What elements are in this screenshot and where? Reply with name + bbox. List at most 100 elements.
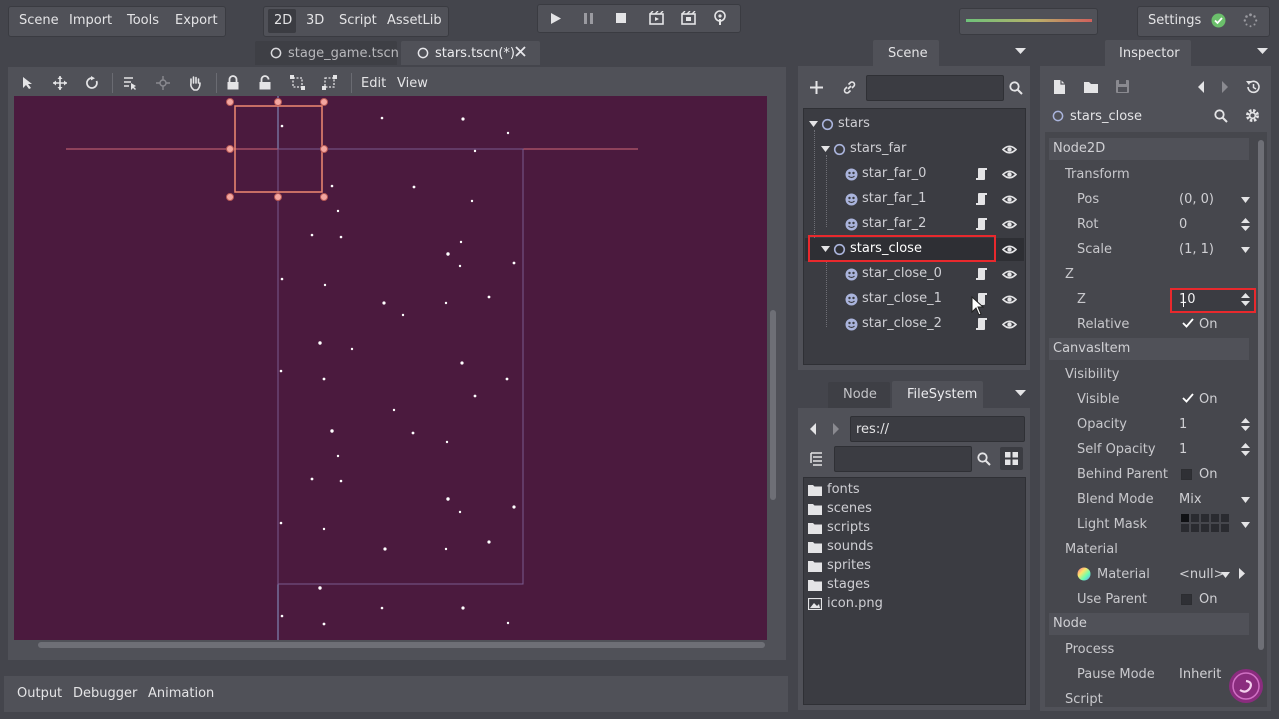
dock-menu-icon[interactable] <box>1015 47 1026 55</box>
debugger-tab[interactable]: Debugger <box>73 686 137 701</box>
history-forward-icon[interactable] <box>1220 80 1230 94</box>
canvas-vertical-scrollbar[interactable] <box>770 310 776 500</box>
group-icon[interactable] <box>290 75 305 90</box>
search-icon[interactable] <box>977 452 991 466</box>
new-resource-icon[interactable] <box>1053 79 1066 95</box>
opacity-value[interactable]: 1 <box>1179 417 1187 432</box>
scene-filter-input[interactable] <box>866 75 1004 101</box>
visibility-eye-icon[interactable] <box>1002 269 1017 280</box>
play-custom-scene-icon[interactable] <box>681 11 696 25</box>
pause-icon[interactable] <box>583 12 595 25</box>
spinner-icon[interactable] <box>1241 293 1250 306</box>
collapse-arrow-icon[interactable] <box>821 146 830 152</box>
script-icon[interactable] <box>975 217 988 231</box>
section-node[interactable]: Node <box>1049 613 1249 635</box>
dropdown-arrow-icon[interactable] <box>1241 522 1250 528</box>
dock-menu-icon[interactable] <box>1257 47 1268 55</box>
unlock-icon[interactable] <box>258 75 272 90</box>
edit-menu[interactable]: Edit <box>361 76 386 91</box>
rotate-tool-icon[interactable] <box>85 76 99 90</box>
light-mask-grid[interactable] <box>1181 514 1237 532</box>
pivot-tool-icon[interactable] <box>156 76 170 90</box>
canvas-viewport[interactable] <box>14 96 767 640</box>
group-visibility[interactable]: Visibility <box>1065 367 1119 382</box>
dropdown-arrow-icon[interactable] <box>1221 572 1230 578</box>
remote-debug-icon[interactable] <box>713 10 727 26</box>
search-icon[interactable] <box>1214 109 1228 123</box>
blend-mode-value[interactable]: Mix <box>1179 492 1202 507</box>
group-material[interactable]: Material <box>1065 542 1118 557</box>
script-icon[interactable] <box>975 192 988 206</box>
script-icon[interactable] <box>975 267 988 281</box>
menu-export[interactable]: Export <box>175 13 218 28</box>
history-icon[interactable] <box>1245 79 1261 95</box>
use-parent-checkbox[interactable] <box>1181 594 1192 605</box>
output-tab[interactable]: Output <box>17 686 62 701</box>
inspector-scrollbar[interactable] <box>1258 140 1264 650</box>
gear-icon[interactable] <box>1245 108 1260 123</box>
pos-value[interactable]: (0, 0) <box>1179 192 1214 207</box>
lock-icon[interactable] <box>226 75 240 90</box>
settings-button[interactable]: Settings <box>1148 13 1201 28</box>
ungroup-icon[interactable] <box>322 75 337 90</box>
save-icon[interactable] <box>1115 79 1130 94</box>
dropdown-arrow-icon[interactable] <box>1241 497 1250 503</box>
mode-assetlib-button[interactable]: AssetLib <box>387 13 442 28</box>
list-select-icon[interactable] <box>123 76 138 90</box>
spinner-icon[interactable] <box>1241 443 1250 456</box>
view-menu[interactable]: View <box>397 76 428 91</box>
mode-3d-button[interactable]: 3D <box>306 13 324 28</box>
add-node-icon[interactable] <box>809 80 824 95</box>
pan-tool-icon[interactable] <box>188 75 202 91</box>
group-transform[interactable]: Transform <box>1065 167 1130 182</box>
visibility-eye-icon[interactable] <box>1002 319 1017 330</box>
visibility-eye-icon[interactable] <box>1002 219 1017 230</box>
self-opacity-value[interactable]: 1 <box>1179 442 1187 457</box>
stop-icon[interactable] <box>615 12 627 25</box>
chevron-right-icon[interactable] <box>1238 568 1245 579</box>
open-folder-icon[interactable] <box>1083 80 1099 94</box>
search-icon[interactable] <box>1009 81 1023 95</box>
dropdown-arrow-icon[interactable] <box>1241 197 1250 203</box>
visibility-eye-icon[interactable] <box>1002 169 1017 180</box>
visibility-eye-icon[interactable] <box>1002 244 1017 255</box>
scale-value[interactable]: (1, 1) <box>1179 242 1214 257</box>
move-tool-icon[interactable] <box>53 76 67 90</box>
menu-scene[interactable]: Scene <box>19 13 59 28</box>
play-scene-icon[interactable] <box>649 11 664 25</box>
menu-import[interactable]: Import <box>69 13 112 28</box>
instance-link-icon[interactable] <box>842 80 857 95</box>
tree-view-icon[interactable] <box>809 451 824 466</box>
checkbox-checked-icon[interactable] <box>1182 392 1194 404</box>
visibility-eye-icon[interactable] <box>1002 194 1017 205</box>
visibility-eye-icon[interactable] <box>1002 294 1017 305</box>
behind-parent-checkbox[interactable] <box>1181 469 1192 480</box>
dropdown-arrow-icon[interactable] <box>1241 247 1250 253</box>
pause-mode-value[interactable]: Inherit <box>1179 667 1221 682</box>
back-arrow-icon[interactable] <box>808 422 818 436</box>
group-z[interactable]: Z <box>1065 267 1074 282</box>
spinner-icon[interactable] <box>1241 218 1250 231</box>
forward-arrow-icon[interactable] <box>831 422 841 436</box>
animation-tab[interactable]: Animation <box>148 686 214 701</box>
mode-script-button[interactable]: Script <box>339 13 377 28</box>
group-process[interactable]: Process <box>1065 642 1114 657</box>
section-canvasitem[interactable]: CanvasItem <box>1049 338 1249 360</box>
history-back-icon[interactable] <box>1196 80 1206 94</box>
rot-value[interactable]: 0 <box>1179 217 1187 232</box>
collapse-arrow-icon[interactable] <box>809 121 818 127</box>
material-value[interactable]: <null> <box>1179 567 1225 582</box>
menu-tools[interactable]: Tools <box>127 13 159 28</box>
file-filter-input[interactable] <box>834 446 972 472</box>
dock-menu-icon[interactable] <box>1015 389 1026 397</box>
spinner-icon[interactable] <box>1241 418 1250 431</box>
close-icon[interactable] <box>515 46 526 57</box>
script-icon[interactable] <box>975 167 988 181</box>
checkbox-checked-icon[interactable] <box>1182 317 1194 329</box>
play-icon[interactable] <box>550 12 562 25</box>
visibility-eye-icon[interactable] <box>1002 144 1017 155</box>
select-tool-icon[interactable] <box>21 76 35 90</box>
script-icon[interactable] <box>975 317 988 331</box>
section-node2d[interactable]: Node2D <box>1049 138 1249 160</box>
canvas-horizontal-scrollbar[interactable] <box>38 642 765 648</box>
